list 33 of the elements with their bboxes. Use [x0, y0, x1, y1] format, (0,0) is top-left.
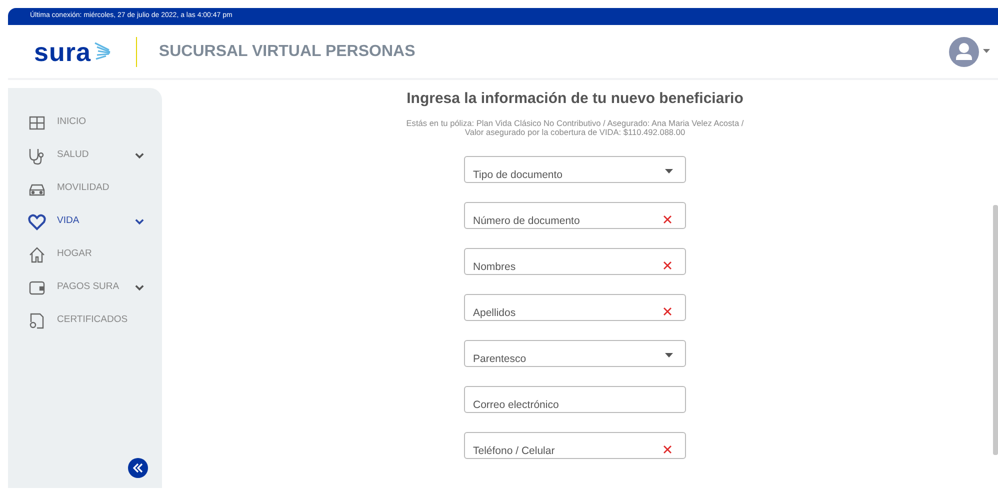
portal-title: SUCURSAL VIRTUAL PERSONAS: [158, 42, 416, 62]
logo[interactable]: sura: [34, 38, 91, 64]
nav-item[interactable]: PAGOS SURA: [8, 271, 162, 304]
dropdown-caret-icon: [665, 169, 673, 174]
dropdown-caret-icon: [665, 353, 673, 358]
nav-item[interactable]: VIDA: [8, 205, 162, 238]
nav-item[interactable]: MOVILIDAD: [8, 172, 162, 205]
input-field[interactable]: Apellidos: [464, 294, 686, 322]
nav-item[interactable]: HOGAR: [8, 238, 162, 271]
input-field[interactable]: Número de documento: [464, 202, 686, 230]
policy-info: Estás en tu póliza: Plan Vida Clásico No Contributivo / Asegurado: Ana Maria Velez Acosta / Valor asegurado por la cobertura de VIDA: $110.492.088.00: [406, 118, 744, 138]
select-field[interactable]: Tipo de documento: [464, 156, 686, 184]
heart-icon: [28, 212, 46, 230]
grid-icon: [28, 114, 46, 132]
collapse-button[interactable]: [128, 458, 148, 478]
wallet-icon: [28, 278, 46, 296]
input-field[interactable]: Nombres: [464, 248, 686, 276]
nav-item[interactable]: INICIO: [8, 106, 162, 139]
caret-icon: [983, 49, 990, 54]
input-field[interactable]: Teléfono / Celular: [464, 432, 686, 460]
wing-icon: [94, 40, 112, 62]
user-menu[interactable]: [949, 36, 990, 66]
input-field[interactable]: Correo electrónico: [464, 386, 686, 414]
double-chevron-icon: [133, 463, 143, 473]
certificate-icon: [28, 312, 46, 330]
house-icon: [28, 246, 46, 264]
select-field[interactable]: Parentesco: [464, 340, 686, 368]
nav-item[interactable]: SALUD: [8, 139, 162, 172]
avatar-icon: [949, 36, 979, 66]
form-title: Ingresa la información de tu nuevo beneficiario: [406, 89, 744, 109]
stethoscope-icon: [28, 146, 46, 164]
nav-item[interactable]: CERTIFICADOS: [8, 304, 162, 337]
scrollbar[interactable]: [993, 205, 998, 455]
